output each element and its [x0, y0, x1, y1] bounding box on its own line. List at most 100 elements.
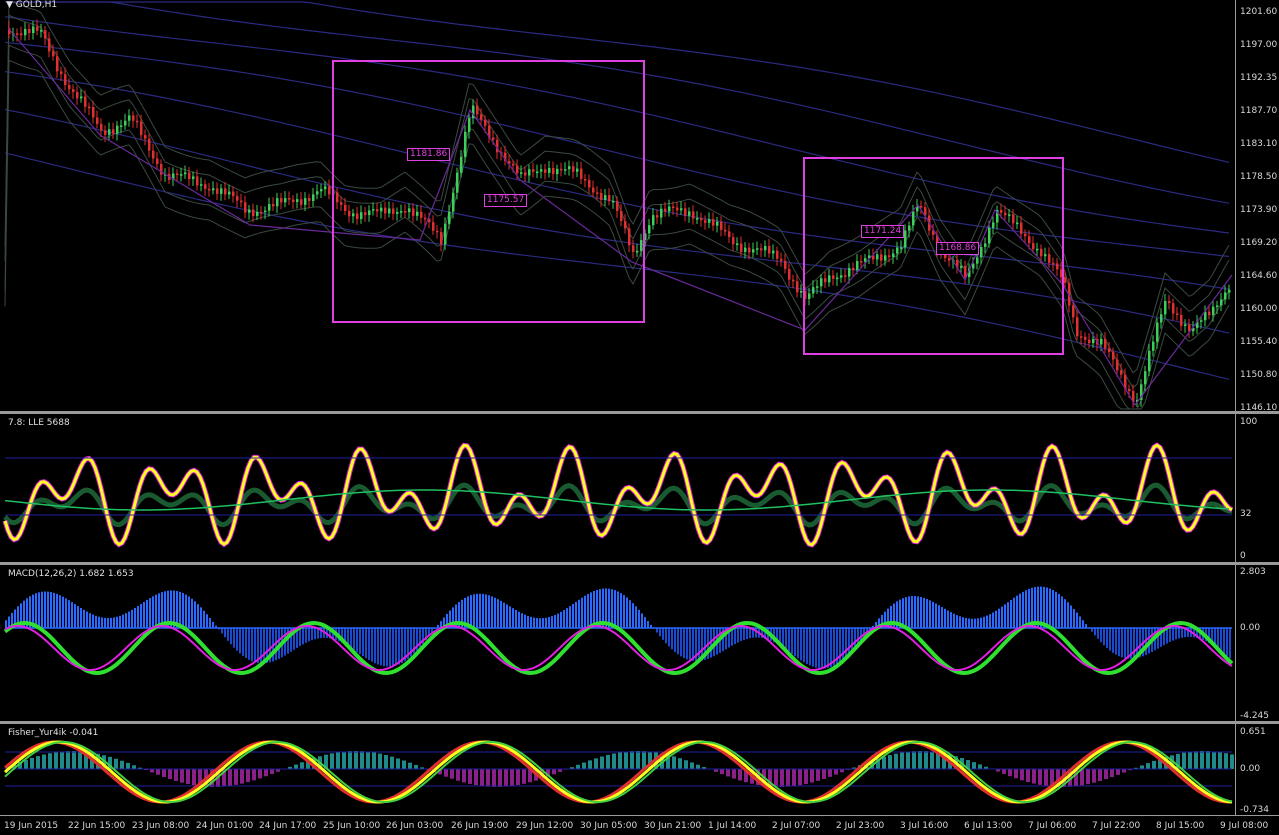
- candle-body: [1080, 336, 1083, 338]
- candle-body: [44, 30, 47, 39]
- price-tag[interactable]: 1181.86: [407, 148, 451, 161]
- panel-separator[interactable]: [0, 411, 1279, 414]
- fisher-histogram-bar: [126, 762, 130, 769]
- panel-separator[interactable]: [0, 721, 1279, 724]
- fisher-histogram-bar: [600, 756, 604, 769]
- price-tag[interactable]: 1168.86: [936, 242, 980, 255]
- candle-body: [120, 125, 123, 127]
- candle-body: [152, 150, 155, 159]
- candle-body: [180, 174, 183, 176]
- fisher-histogram-bar: [78, 751, 82, 769]
- candle-body: [744, 247, 747, 252]
- fisher-histogram-bar: [468, 769, 472, 784]
- fisher-histogram-bar: [48, 753, 52, 769]
- price-label: 1201.60: [1240, 7, 1278, 17]
- fisher-histogram-bar: [1098, 769, 1102, 782]
- fisher-histogram-bar: [498, 769, 502, 787]
- candle-body: [16, 33, 19, 35]
- fisher-histogram-bar: [906, 751, 910, 769]
- candle-body: [268, 204, 271, 211]
- fisher-histogram-bar: [918, 751, 922, 769]
- candle-body: [248, 209, 251, 213]
- price-label: 1197.00: [1240, 40, 1278, 50]
- candle-body: [184, 172, 187, 175]
- fisher-histogram-bar: [690, 762, 694, 769]
- candle-body: [72, 89, 75, 93]
- fisher-histogram-bar: [72, 751, 76, 769]
- candle-body: [1084, 336, 1087, 340]
- candle-body: [1108, 348, 1111, 352]
- candle-body: [308, 198, 311, 202]
- price-tag[interactable]: 1171.24: [861, 225, 905, 238]
- fisher-histogram-bar: [732, 769, 736, 779]
- fisher-histogram-bar: [348, 751, 352, 769]
- candle-body: [100, 123, 103, 131]
- time-label: 6 Jul 13:00: [964, 821, 1013, 831]
- panel2-axis-label: 32: [1240, 509, 1252, 519]
- price-label: 1164.60: [1240, 271, 1278, 281]
- fisher-histogram-bar: [162, 769, 166, 777]
- price-label: 1146.10: [1240, 403, 1278, 413]
- candle-body: [696, 218, 699, 220]
- fisher-histogram-bar: [1104, 769, 1108, 780]
- candle-body: [228, 191, 231, 195]
- fisher-histogram-bar: [378, 753, 382, 769]
- fisher-histogram-bar: [684, 760, 688, 769]
- candle-body: [788, 268, 791, 280]
- price-label: 1150.80: [1240, 370, 1278, 380]
- panel3-title: MACD(12,26,2) 1.682 1.653: [8, 569, 134, 579]
- candle-body: [756, 248, 759, 250]
- candle-body: [112, 129, 115, 134]
- fisher-histogram-bar: [1122, 769, 1126, 773]
- candle-body: [1168, 301, 1171, 304]
- candle-body: [84, 96, 87, 107]
- highlight-box[interactable]: [803, 157, 1064, 355]
- fisher-histogram-bar: [1110, 769, 1114, 778]
- panel3-axis-label: -4.245: [1240, 711, 1270, 721]
- fisher-histogram-bar: [1032, 769, 1036, 784]
- price-tag[interactable]: 1175.57: [484, 194, 528, 207]
- price-label: 1160.00: [1240, 304, 1278, 314]
- fisher-histogram-bar: [180, 769, 184, 783]
- candle-body: [304, 198, 307, 205]
- fisher-histogram-bar: [738, 769, 742, 781]
- panel-separator[interactable]: [0, 562, 1279, 565]
- candle-body: [784, 260, 787, 269]
- candle-body: [128, 115, 131, 121]
- panel2-title: 7.8: LLE 5688: [8, 418, 70, 428]
- candle-body: [148, 138, 151, 151]
- fisher-histogram-bar: [816, 769, 820, 781]
- candle-body: [1200, 320, 1203, 322]
- fisher-histogram-bar: [930, 751, 934, 769]
- fisher-histogram-bar: [726, 769, 730, 777]
- time-label: 25 Jun 10:00: [323, 821, 381, 831]
- highlight-box[interactable]: [332, 60, 645, 323]
- fisher-histogram-bar: [1218, 752, 1222, 769]
- candle-body: [792, 279, 795, 282]
- symbol-title-text: GOLD,H1: [15, 0, 58, 10]
- candle-body: [1164, 301, 1167, 315]
- fisher-histogram-bar: [1182, 752, 1186, 769]
- fisher-histogram-bar: [780, 769, 784, 787]
- dropdown-triangle-icon[interactable]: ▼: [6, 0, 13, 10]
- candle-body: [692, 211, 695, 219]
- time-label: 3 Jul 16:00: [900, 821, 949, 831]
- candle-body: [1172, 303, 1175, 314]
- candle-body: [712, 219, 715, 226]
- fisher-histogram-bar: [132, 765, 136, 769]
- candle-body: [300, 199, 303, 205]
- candle-body: [276, 198, 279, 207]
- candle-body: [104, 130, 107, 135]
- candle-body: [1156, 322, 1159, 342]
- fisher-histogram-bar: [366, 751, 370, 769]
- candle-body: [160, 163, 163, 175]
- candle-body: [796, 281, 799, 293]
- fisher-histogram-bar: [1044, 769, 1048, 786]
- fisher-histogram-bar: [618, 752, 622, 769]
- candle-body: [1088, 339, 1091, 344]
- candle-body: [20, 33, 23, 36]
- candle-body: [284, 198, 287, 203]
- candle-body: [328, 186, 331, 195]
- time-label: 24 Jun 17:00: [259, 821, 317, 831]
- candle-body: [320, 189, 323, 192]
